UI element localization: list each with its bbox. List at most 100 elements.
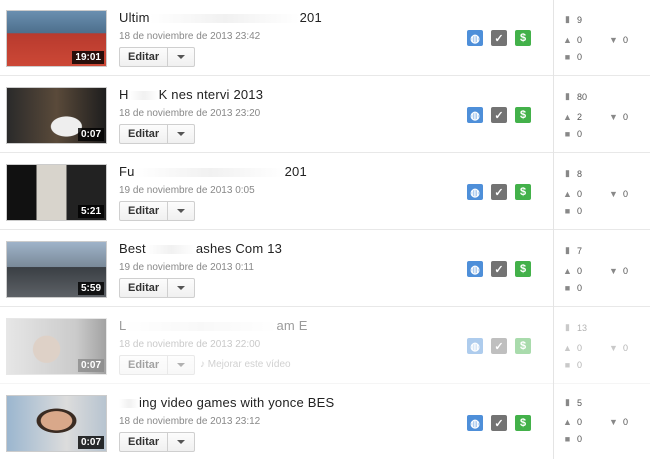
- comment-icon: ■: [564, 129, 571, 139]
- bar-chart-icon: ▮: [565, 14, 570, 24]
- video-thumbnail[interactable]: 5:21: [6, 164, 107, 221]
- video-title[interactable]: Ultim 201: [119, 10, 322, 25]
- likes-stat: ▲ 0: [563, 35, 583, 45]
- comments-stat: ■ 0: [564, 434, 583, 444]
- dollar-icon[interactable]: $: [515, 338, 531, 354]
- likes-stat: ▲ 0: [563, 189, 583, 199]
- video-thumbnail[interactable]: 5:59: [6, 241, 107, 298]
- check-icon[interactable]: ✓: [491, 338, 507, 354]
- globe-icon[interactable]: ◍: [467, 184, 483, 200]
- video-thumbnail[interactable]: 0:07: [6, 395, 107, 452]
- chevron-down-icon[interactable]: [167, 125, 194, 143]
- dollar-icon[interactable]: $: [515, 261, 531, 277]
- thumbs-up-icon: ▲: [563, 343, 572, 353]
- views-stat: ▮ 5: [563, 397, 582, 408]
- dollar-icon[interactable]: $: [515, 30, 531, 46]
- comments-stat: ■ 0: [564, 283, 583, 293]
- upload-date: 18 de noviembre de 2013 23:12: [119, 416, 261, 427]
- thumbs-down-icon: ▼: [609, 266, 618, 276]
- edit-button[interactable]: Editar: [119, 355, 196, 375]
- chevron-down-icon[interactable]: [167, 48, 194, 66]
- dislikes-stat: ▼ 0: [609, 266, 629, 276]
- thumbs-up-icon: ▲: [563, 112, 572, 122]
- check-icon[interactable]: ✓: [491, 261, 507, 277]
- edit-button[interactable]: Editar: [119, 124, 196, 144]
- video-title[interactable]: Lam E: [119, 318, 308, 333]
- upload-date: 19 de noviembre de 2013 0:05: [119, 185, 255, 196]
- dislikes-stat: ▼ 0: [609, 189, 629, 199]
- comments-stat: ■ 0: [564, 52, 583, 62]
- globe-icon[interactable]: ◍: [467, 338, 483, 354]
- bar-chart-icon: ▮: [565, 245, 570, 255]
- thumbs-down-icon: ▼: [609, 112, 618, 122]
- edit-button[interactable]: Editar: [119, 201, 196, 221]
- stats-divider: [553, 0, 554, 459]
- comments-stat: ■ 0: [564, 360, 583, 370]
- globe-icon[interactable]: ◍: [467, 30, 483, 46]
- likes-stat: ▲ 2: [563, 112, 583, 122]
- comment-icon: ■: [564, 283, 571, 293]
- thumbs-up-icon: ▲: [563, 189, 572, 199]
- edit-button[interactable]: Editar: [119, 47, 196, 67]
- views-stat: ▮ 13: [563, 322, 587, 333]
- duration-badge: 5:59: [77, 282, 104, 295]
- check-icon[interactable]: ✓: [491, 184, 507, 200]
- bar-chart-icon: ▮: [565, 322, 570, 332]
- video-title[interactable]: Fu 201: [119, 164, 307, 179]
- likes-stat: ▲ 0: [563, 343, 583, 353]
- video-title[interactable]: HK nes ntervi 2013: [119, 87, 263, 102]
- views-stat: ▮ 80: [563, 91, 587, 102]
- comment-icon: ■: [564, 360, 571, 370]
- upload-date: 18 de noviembre de 2013 23:42: [119, 31, 261, 42]
- duration-badge: 19:01: [72, 51, 104, 64]
- improve-video-link[interactable]: ♪ Mejorar este vídeo: [200, 359, 291, 370]
- globe-icon[interactable]: ◍: [467, 107, 483, 123]
- upload-date: 18 de noviembre de 2013 23:20: [119, 108, 261, 119]
- globe-icon[interactable]: ◍: [467, 415, 483, 431]
- duration-badge: 0:07: [77, 359, 104, 372]
- chevron-down-icon[interactable]: [167, 202, 194, 220]
- video-thumbnail[interactable]: 0:07: [6, 318, 107, 375]
- edit-button[interactable]: Editar: [119, 432, 196, 452]
- thumbs-down-icon: ▼: [609, 35, 618, 45]
- thumbs-up-icon: ▲: [563, 35, 572, 45]
- views-stat: ▮ 7: [563, 245, 582, 256]
- check-icon[interactable]: ✓: [491, 30, 507, 46]
- upload-date: 19 de noviembre de 2013 0:11: [119, 262, 254, 273]
- dislikes-stat: ▼ 0: [609, 417, 629, 427]
- views-stat: ▮ 9: [563, 14, 582, 25]
- thumbs-down-icon: ▼: [609, 343, 618, 353]
- thumbs-down-icon: ▼: [609, 189, 618, 199]
- chevron-down-icon[interactable]: [167, 356, 194, 374]
- dislikes-stat: ▼ 0: [609, 35, 629, 45]
- thumbs-down-icon: ▼: [609, 417, 618, 427]
- dollar-icon[interactable]: $: [515, 415, 531, 431]
- comments-stat: ■ 0: [564, 206, 583, 216]
- comment-icon: ■: [564, 434, 571, 444]
- video-title[interactable]: Best ashes Com 13: [119, 241, 282, 256]
- dislikes-stat: ▼ 0: [609, 112, 629, 122]
- globe-icon[interactable]: ◍: [467, 261, 483, 277]
- wand-icon: ♪: [200, 359, 208, 370]
- bar-chart-icon: ▮: [565, 168, 570, 178]
- chevron-down-icon[interactable]: [167, 433, 194, 451]
- video-title[interactable]: ing video games with yonce BES: [119, 395, 334, 410]
- likes-stat: ▲ 0: [563, 266, 583, 276]
- bar-chart-icon: ▮: [565, 397, 570, 407]
- check-icon[interactable]: ✓: [491, 107, 507, 123]
- comment-icon: ■: [564, 206, 571, 216]
- dollar-icon[interactable]: $: [515, 107, 531, 123]
- video-list: 19:01 Ultim 201 18 de noviembre de 2013 2…: [0, 0, 650, 459]
- edit-button[interactable]: Editar: [119, 278, 196, 298]
- video-thumbnail[interactable]: 0:07: [6, 87, 107, 144]
- thumbs-up-icon: ▲: [563, 266, 572, 276]
- upload-date: 18 de noviembre de 2013 22:00: [119, 339, 261, 350]
- check-icon[interactable]: ✓: [491, 415, 507, 431]
- bar-chart-icon: ▮: [565, 91, 570, 101]
- dollar-icon[interactable]: $: [515, 184, 531, 200]
- likes-stat: ▲ 0: [563, 417, 583, 427]
- duration-badge: 0:07: [77, 128, 104, 141]
- comment-icon: ■: [564, 52, 571, 62]
- chevron-down-icon[interactable]: [167, 279, 194, 297]
- video-thumbnail[interactable]: 19:01: [6, 10, 107, 67]
